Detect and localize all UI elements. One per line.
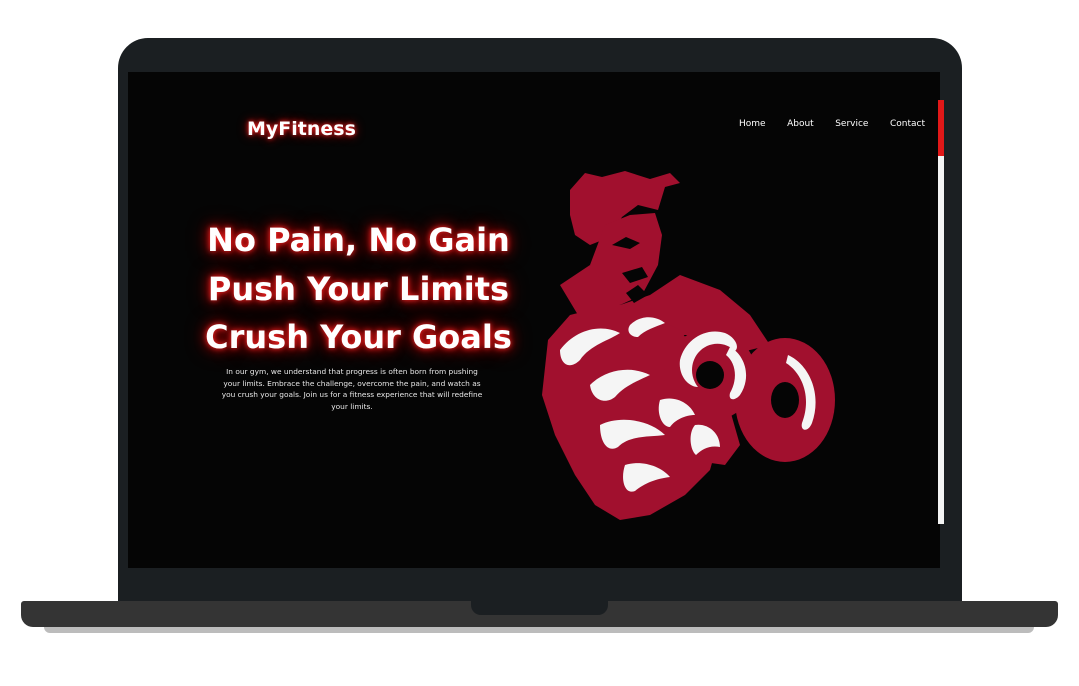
nav-about-link[interactable]: About xyxy=(787,119,814,129)
site-logo[interactable]: MyFitness xyxy=(247,118,356,140)
page-scrollbar[interactable] xyxy=(938,100,944,524)
hero-description: In our gym, we understand that progress … xyxy=(221,367,483,411)
laptop-base-shadow xyxy=(44,627,1034,633)
laptop-notch xyxy=(471,601,608,615)
nav-home-link[interactable]: Home xyxy=(739,119,766,129)
hero-headline: No Pain, No Gain Push Your Limits Crush … xyxy=(186,216,531,362)
nav-contact-link[interactable]: Contact xyxy=(890,119,925,129)
headline-line-3: Crush Your Goals xyxy=(205,318,512,356)
main-nav: Home About Service Contact xyxy=(739,119,925,129)
headline-line-1: No Pain, No Gain xyxy=(207,221,510,259)
scrollbar-thumb[interactable] xyxy=(938,100,944,156)
laptop-mockup: MyFitness Home About Service Contact No … xyxy=(0,0,1079,686)
nav-service-link[interactable]: Service xyxy=(835,119,868,129)
headline-line-2: Push Your Limits xyxy=(207,269,510,308)
bodybuilder-illustration xyxy=(542,171,835,520)
